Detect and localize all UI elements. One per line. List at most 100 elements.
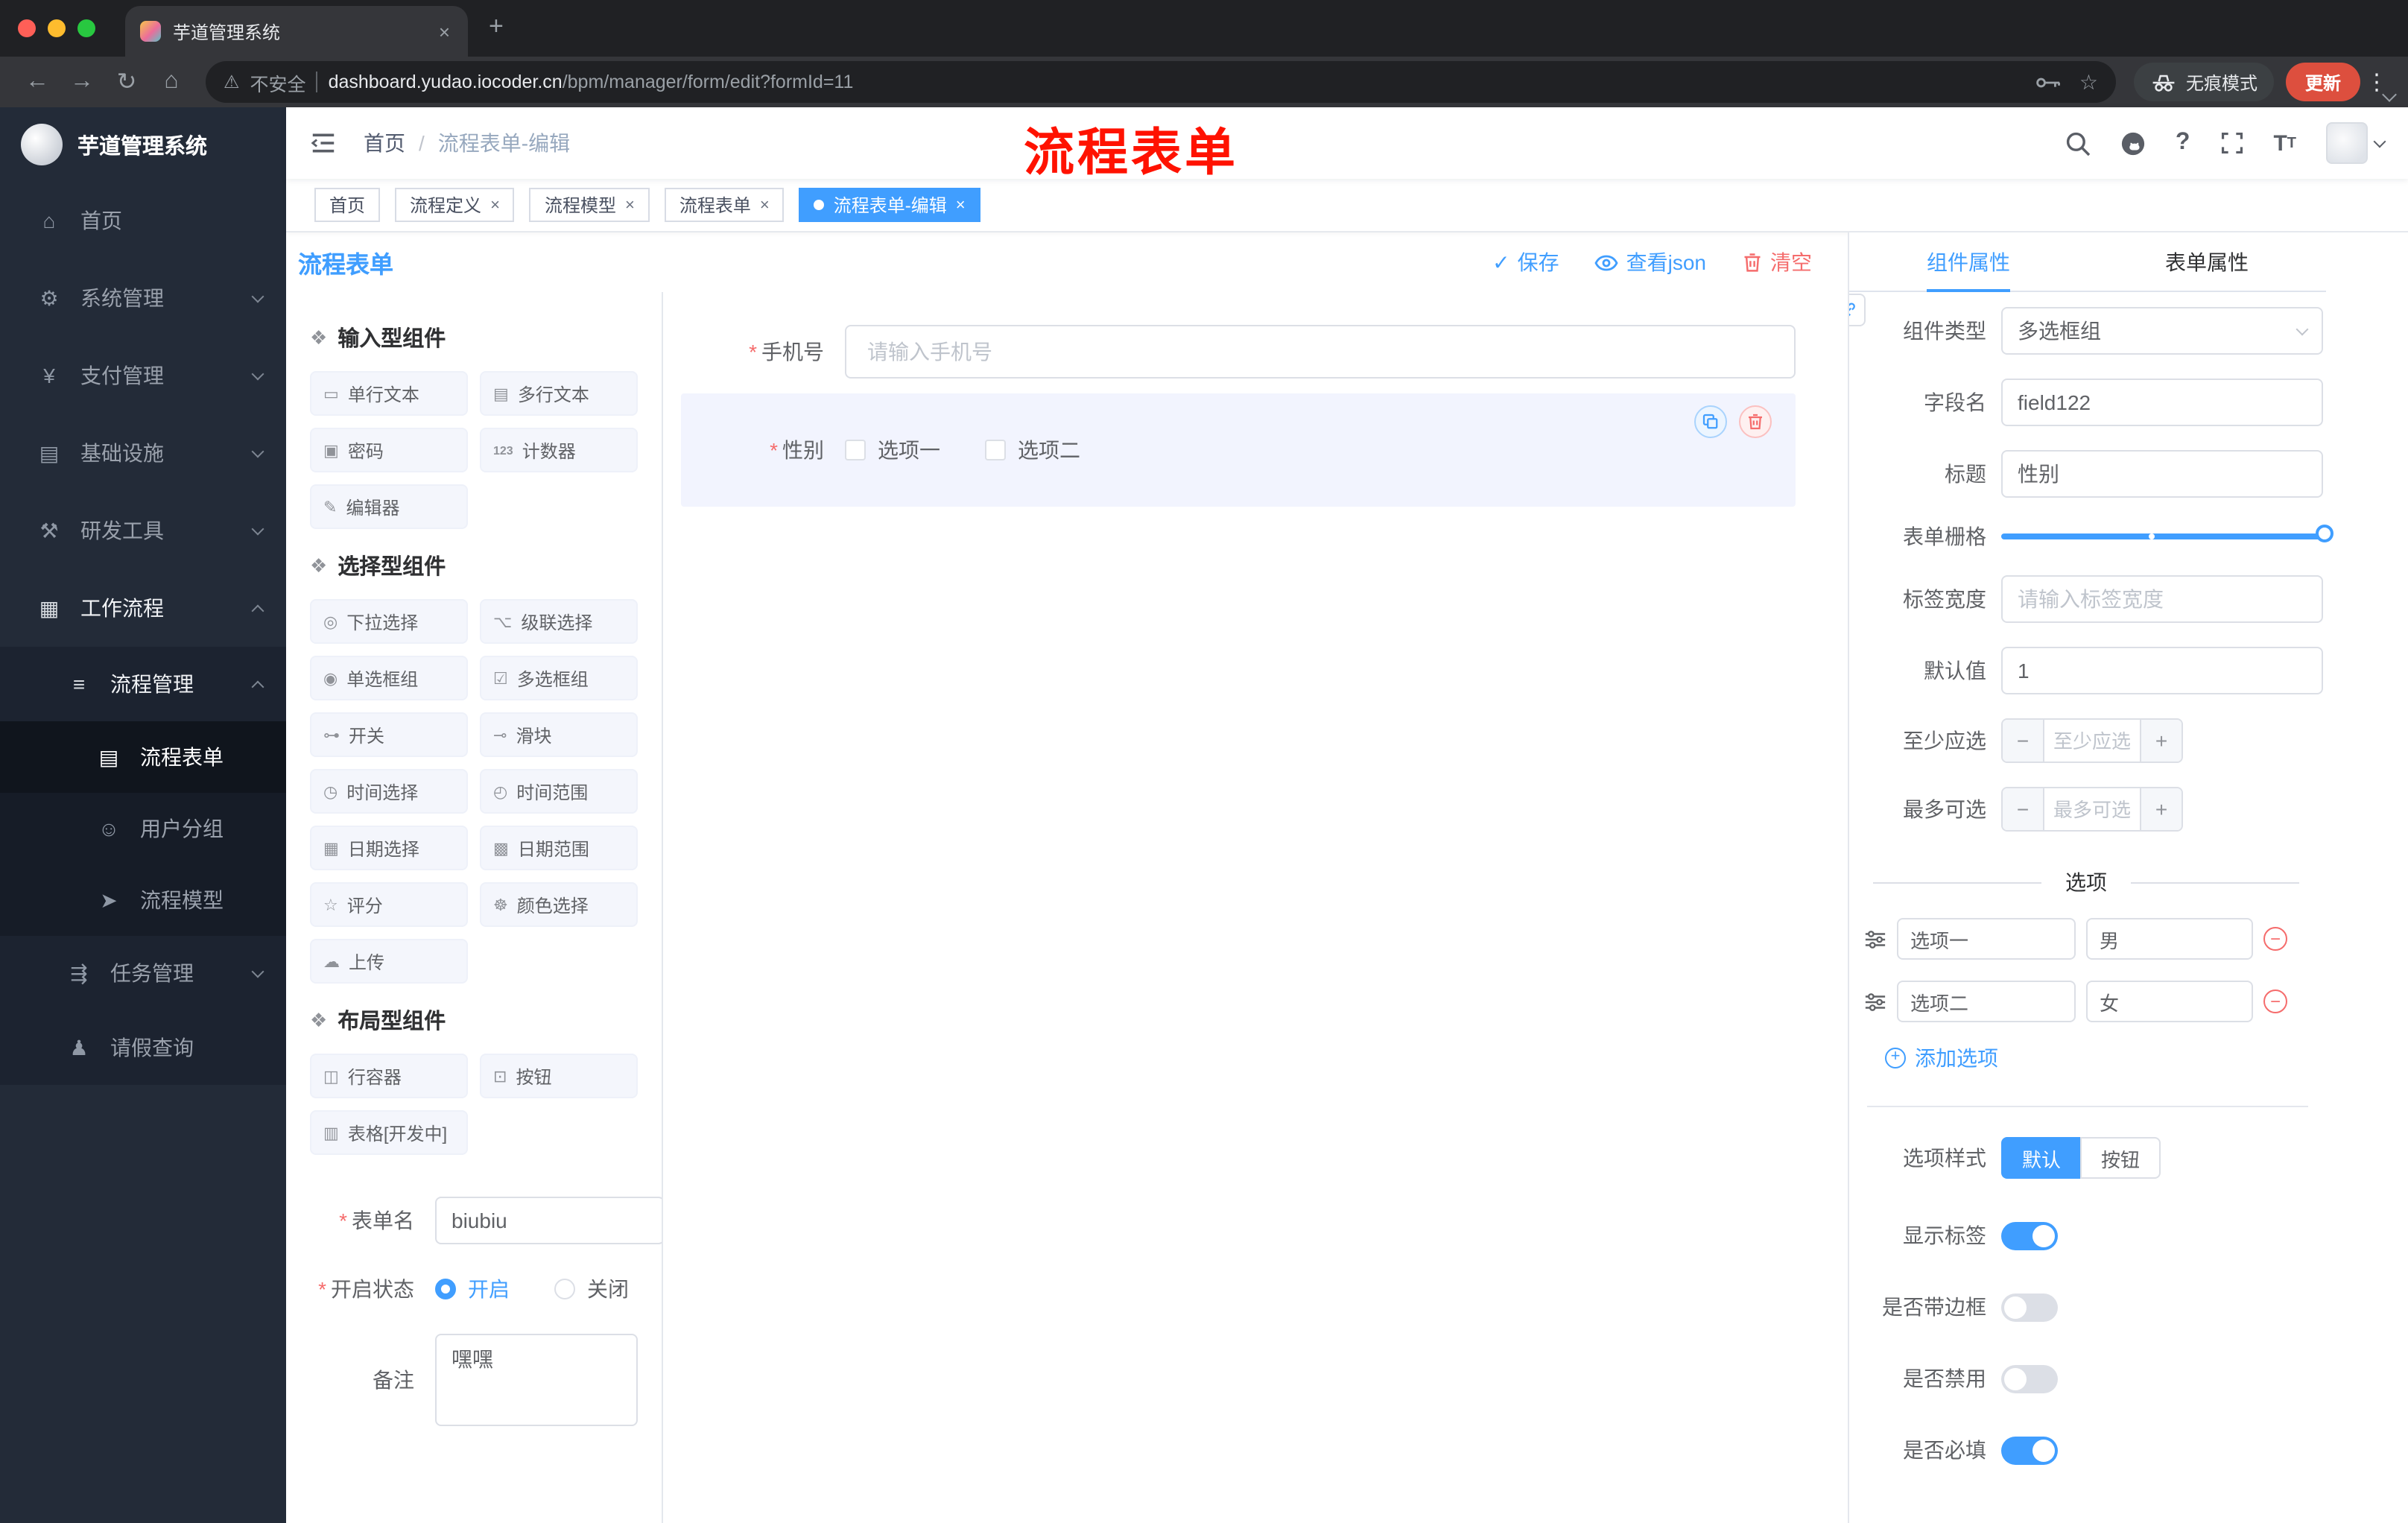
fullscreen-icon[interactable]: [2220, 131, 2243, 155]
help-icon[interactable]: ?: [2176, 130, 2190, 156]
tag-home[interactable]: 首页: [314, 188, 381, 222]
palette-item-color-picker[interactable]: ☸ 颜色选择: [480, 882, 638, 927]
copy-widget-button[interactable]: [1694, 405, 1727, 438]
gender-option-2[interactable]: 选项二: [985, 435, 1080, 465]
status-radio-off[interactable]: 关闭: [554, 1274, 629, 1304]
palette-item-single-line-text[interactable]: ▭ 单行文本: [310, 371, 468, 416]
sidebar-item-leave-query[interactable]: ♟ 请假查询: [0, 1010, 286, 1085]
remove-option-icon[interactable]: [2263, 927, 2287, 951]
palette-item-slider[interactable]: ⊸ 滑块: [480, 712, 638, 757]
sidebar-item-process-management[interactable]: ≡ 流程管理: [0, 647, 286, 721]
sidebar-item-user-group[interactable]: ☺ 用户分组: [0, 793, 286, 864]
update-button[interactable]: 更新: [2285, 63, 2360, 101]
checkbox-icon[interactable]: [985, 440, 1006, 460]
sidebar-item-task-management[interactable]: ⇶ 任务管理: [0, 936, 286, 1010]
window-zoom-button[interactable]: [77, 19, 95, 37]
reload-button[interactable]: ↻: [104, 67, 149, 97]
drag-handle-icon[interactable]: [1864, 928, 1886, 950]
phone-input[interactable]: [845, 325, 1796, 379]
option-label-input[interactable]: [1897, 981, 2076, 1022]
palette-item-cascader[interactable]: ⌥ 级联选择: [480, 599, 638, 644]
increment-button[interactable]: [2140, 788, 2182, 830]
sidebar-item-process-form[interactable]: ▤ 流程表单: [0, 721, 286, 793]
close-icon[interactable]: [760, 196, 770, 214]
palette-item-multi-line-text[interactable]: ▤ 多行文本: [480, 371, 638, 416]
browser-tab[interactable]: 芋道管理系统 ×: [125, 6, 468, 57]
add-option-button[interactable]: 添加选项: [1849, 1043, 2408, 1073]
tag-process-definition[interactable]: 流程定义: [395, 188, 515, 222]
hamburger-icon[interactable]: [310, 131, 337, 155]
palette-item-time-range[interactable]: ◴ 时间范围: [480, 769, 638, 814]
tab-component-props[interactable]: 组件属性: [1849, 232, 2088, 291]
max-select-input[interactable]: [2044, 788, 2140, 830]
sidebar-item-home[interactable]: ⌂ 首页: [0, 182, 286, 259]
sidebar-item-system[interactable]: ⚙ 系统管理: [0, 259, 286, 337]
selected-widget-gender[interactable]: 性别 选项一 选项二: [681, 393, 1796, 507]
forward-button[interactable]: →: [60, 69, 104, 95]
form-name-input[interactable]: [435, 1197, 662, 1244]
font-size-icon[interactable]: TT: [2273, 130, 2296, 156]
increment-button[interactable]: [2140, 720, 2182, 762]
tag-process-form[interactable]: 流程表单: [664, 188, 785, 222]
window-minimize-button[interactable]: [48, 19, 66, 37]
home-button[interactable]: ⌂: [149, 69, 194, 95]
slider-knob[interactable]: [2316, 525, 2333, 542]
default-value-input[interactable]: [2001, 647, 2323, 694]
delete-widget-button[interactable]: [1739, 405, 1772, 438]
back-button[interactable]: ←: [15, 69, 60, 95]
new-tab-button[interactable]: +: [489, 12, 504, 45]
palette-item-row-container[interactable]: ◫ 行容器: [310, 1054, 468, 1098]
min-select-input[interactable]: [2044, 720, 2140, 762]
label-width-input[interactable]: [2001, 575, 2323, 623]
save-button[interactable]: ✓ 保存: [1492, 247, 1559, 277]
style-button-button[interactable]: 按钮: [2080, 1137, 2161, 1179]
address-bar[interactable]: ⚠ 不安全 dashboard.yudao.iocoder.cn/bpm/man…: [206, 61, 2116, 103]
palette-item-counter[interactable]: 123 计数器: [480, 428, 638, 472]
gender-option-1[interactable]: 选项一: [845, 435, 940, 465]
sidebar-logo[interactable]: 芋道管理系统: [0, 107, 286, 182]
tag-process-form-edit[interactable]: 流程表单-编辑: [799, 188, 980, 222]
palette-item-switch[interactable]: ⊶ 开关: [310, 712, 468, 757]
user-menu[interactable]: [2326, 122, 2386, 164]
palette-item-date-range[interactable]: ▩ 日期范围: [480, 826, 638, 870]
palette-item-date-picker[interactable]: ▦ 日期选择: [310, 826, 468, 870]
link-icon[interactable]: [1849, 294, 1866, 326]
key-icon[interactable]: [2036, 74, 2062, 90]
palette-item-time-picker[interactable]: ◷ 时间选择: [310, 769, 468, 814]
border-toggle[interactable]: [2001, 1293, 2058, 1321]
title-input[interactable]: [2001, 450, 2323, 498]
tab-close-icon[interactable]: ×: [436, 20, 453, 42]
tab-form-props[interactable]: 表单属性: [2088, 232, 2326, 291]
clear-button[interactable]: 清空: [1742, 247, 1812, 277]
sidebar-item-dev-tools[interactable]: ⚒ 研发工具: [0, 492, 286, 569]
show-label-toggle[interactable]: [2001, 1221, 2058, 1250]
close-icon[interactable]: [490, 196, 500, 214]
option-value-input[interactable]: [2086, 981, 2253, 1022]
palette-item-password[interactable]: ▣ 密码: [310, 428, 468, 472]
close-icon[interactable]: [956, 196, 966, 214]
breadcrumb-home[interactable]: 首页: [364, 128, 405, 158]
form-canvas[interactable]: 手机号 性别: [663, 292, 1848, 1523]
form-grid-slider[interactable]: [2001, 525, 2333, 542]
status-radio-on[interactable]: 开启: [435, 1274, 510, 1304]
sidebar-item-payment[interactable]: ¥ 支付管理: [0, 337, 286, 414]
field-name-input[interactable]: [2001, 379, 2323, 426]
required-toggle[interactable]: [2001, 1436, 2058, 1464]
tag-process-model[interactable]: 流程模型: [529, 188, 650, 222]
palette-item-upload[interactable]: ☁ 上传: [310, 939, 468, 984]
palette-item-editor[interactable]: ✎ 编辑器: [310, 484, 468, 529]
sidebar-item-workflow[interactable]: ▦ 工作流程: [0, 569, 286, 647]
view-json-button[interactable]: 查看json: [1595, 247, 1706, 277]
sidebar-item-process-model[interactable]: ➤ 流程模型: [0, 864, 286, 936]
drag-handle-icon[interactable]: [1864, 990, 1886, 1013]
palette-item-select[interactable]: ◎ 下拉选择: [310, 599, 468, 644]
decrement-button[interactable]: [2003, 788, 2044, 830]
search-icon[interactable]: [2065, 130, 2091, 156]
close-icon[interactable]: [625, 196, 635, 214]
window-close-button[interactable]: [18, 19, 36, 37]
palette-item-checkbox-group[interactable]: ☑ 多选框组: [480, 656, 638, 700]
palette-item-button[interactable]: ⊡ 按钮: [480, 1054, 638, 1098]
phone-field-row[interactable]: 手机号: [681, 325, 1796, 379]
sidebar-item-infrastructure[interactable]: ▤ 基础设施: [0, 414, 286, 492]
remark-textarea[interactable]: 嘿嘿: [435, 1334, 638, 1426]
